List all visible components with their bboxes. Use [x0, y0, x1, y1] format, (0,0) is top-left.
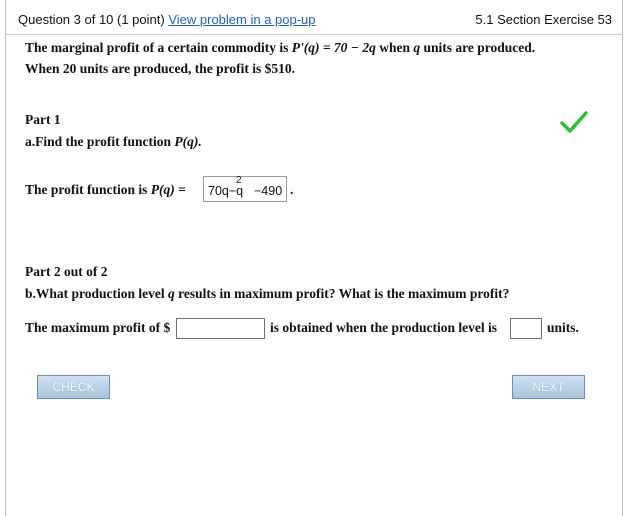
part1-answer-label: The profit function is P(q) = [25, 182, 186, 198]
answer-exponent: 2 [236, 175, 242, 186]
next-button[interactable]: NEXT [512, 375, 585, 399]
check-button[interactable]: CHECK [37, 375, 110, 399]
answer-label-expression: P(q) = [150, 182, 186, 197]
part2-title: Part 2 out of 2 [25, 264, 108, 279]
popup-link[interactable]: View problem in a pop-up [168, 12, 315, 27]
max-profit-input[interactable] [176, 318, 265, 339]
part1-question: a.Find the profit function P(q). [25, 134, 202, 150]
problem-line-2: When 20 units are produced, the profit i… [25, 61, 296, 76]
part2-question-text: results in maximum profit? What is the m… [174, 286, 510, 301]
units-label: units. [547, 320, 579, 335]
question-header: Question 3 of 10 (1 point) View problem … [6, 0, 622, 35]
correct-checkmark-icon [560, 111, 588, 133]
part2-question-text: b.What production level [25, 286, 169, 301]
variable-q: q [168, 286, 175, 301]
profit-function-answer[interactable]: 70q−q 2 −490 [203, 175, 287, 202]
production-level-label: is obtained when the production level is [270, 320, 498, 335]
question-info: Question 3 of 10 (1 point) View problem … [18, 12, 316, 27]
production-level-input[interactable] [510, 318, 542, 339]
marginal-profit-expression: P'(q) = 70 − 2q [291, 40, 376, 55]
max-profit-label: The maximum profit of $ [25, 320, 171, 335]
problem-text: units are produced. [420, 40, 536, 55]
answer-label-text: The profit function is [25, 182, 151, 197]
part1-question-text: a.Find the profit function [25, 134, 175, 149]
exercise-window: Question 3 of 10 (1 point) View problem … [5, 0, 623, 516]
section-label: 5.1 Section Exercise 53 [475, 12, 612, 27]
question-number: Question 3 of 10 (1 point) [18, 12, 165, 27]
problem-line-1: The marginal profit of a certain commodi… [25, 40, 535, 56]
answer-term: 70q−q [208, 184, 244, 198]
problem-text: The marginal profit of a certain commodi… [25, 40, 292, 55]
problem-text: when [375, 40, 414, 55]
part2-question: b.What production level q results in max… [25, 286, 509, 302]
part1-title: Part 1 [25, 112, 61, 127]
profit-function-expression: P(q). [174, 134, 202, 149]
answer-constant: −490 [254, 184, 283, 198]
answer-period: . [290, 182, 294, 197]
